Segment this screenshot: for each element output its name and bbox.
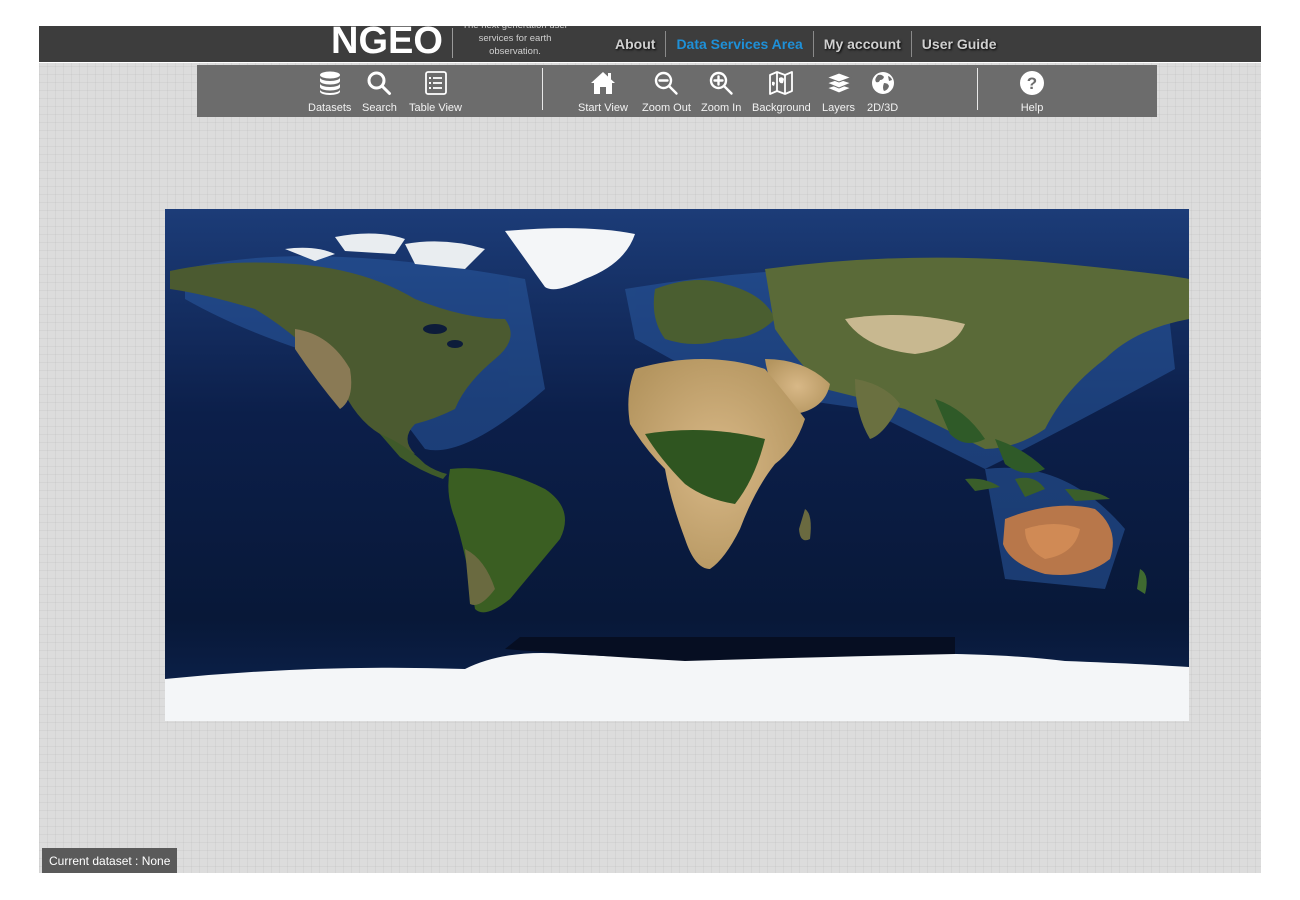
help-button[interactable]: ? Help [1018, 69, 1046, 115]
list-icon [422, 69, 450, 97]
layers-button[interactable]: Layers [822, 69, 855, 115]
zoom-out-icon [652, 69, 680, 97]
layers-label: Layers [822, 102, 856, 114]
start-view-label: Start View [578, 102, 628, 114]
map-toolbar: Datasets Search Table View Start View Zo… [197, 65, 1157, 117]
help-icon: ? [1018, 69, 1046, 97]
zoom-in-label: Zoom In [701, 102, 742, 114]
nav-my-account[interactable]: My account [814, 31, 911, 57]
zoom-in-icon [707, 69, 735, 97]
map-icon [767, 69, 795, 97]
globe-icon [869, 69, 897, 97]
home-icon [589, 69, 617, 97]
top-header: NGEO The next generation user services f… [39, 26, 1261, 63]
view-mode-button[interactable]: 2D/3D [867, 69, 898, 115]
search-label: Search [362, 102, 397, 114]
table-view-label: Table View [409, 102, 462, 114]
zoom-out-label: Zoom Out [642, 102, 691, 114]
toolbar-divider [542, 68, 543, 110]
tagline: The next generation user services for ea… [462, 26, 568, 57]
nav-data-services-area[interactable]: Data Services Area [666, 31, 812, 57]
svg-text:?: ? [1027, 74, 1037, 93]
datasets-label: Datasets [308, 102, 352, 114]
search-button[interactable]: Search [362, 69, 397, 115]
nav-about[interactable]: About [605, 31, 665, 57]
search-icon [365, 69, 393, 97]
ngeo-logo[interactable]: NGEO [331, 26, 443, 62]
top-navigation: About Data Services Area My account User… [605, 26, 1007, 62]
zoom-in-button[interactable]: Zoom In [701, 69, 741, 115]
table-view-button[interactable]: Table View [409, 69, 462, 115]
datasets-button[interactable]: Datasets [308, 69, 351, 115]
background-label: Background [752, 102, 811, 114]
world-map[interactable] [165, 209, 1189, 721]
database-icon [316, 69, 344, 97]
zoom-out-button[interactable]: Zoom Out [642, 69, 691, 115]
layers-icon [825, 69, 853, 97]
logo-divider [452, 28, 453, 58]
nav-user-guide[interactable]: User Guide [912, 31, 1007, 57]
ngeo-app: NGEO The next generation user services f… [39, 26, 1261, 873]
help-label: Help [1020, 102, 1044, 114]
current-dataset-status: Current dataset : None [42, 848, 178, 873]
world-map-image [165, 209, 1189, 721]
start-view-button[interactable]: Start View [578, 69, 628, 115]
background-button[interactable]: Background [752, 69, 811, 115]
view-mode-label: 2D/3D [867, 102, 899, 114]
toolbar-divider [977, 68, 978, 110]
